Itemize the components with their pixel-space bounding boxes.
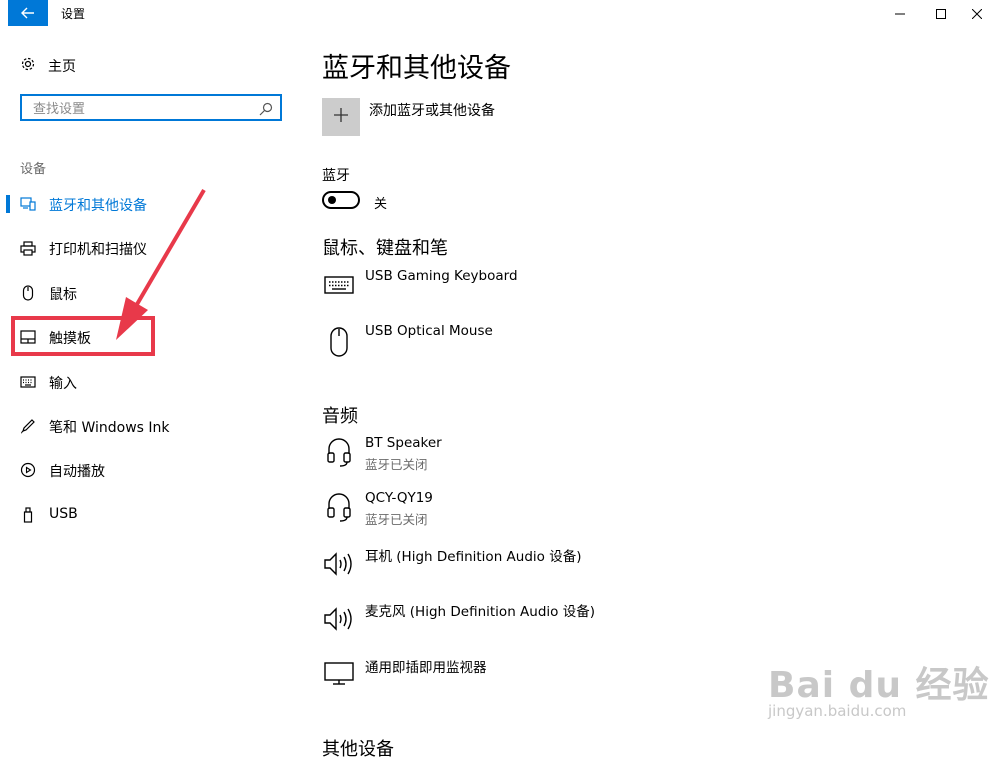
usb-icon [20, 507, 36, 523]
sidebar-item-autoplay[interactable]: 自动播放 [0, 452, 300, 488]
keyboard-icon [20, 374, 36, 390]
sidebar-item-pen[interactable]: 笔和 Windows Ink [0, 408, 300, 444]
device-headphones[interactable]: 耳机 (High Definition Audio 设备) [322, 545, 962, 593]
annotation-highlight-box [11, 316, 155, 356]
add-device-label[interactable]: 添加蓝牙或其他设备 [369, 100, 495, 120]
device-qcy[interactable]: QCY-QY19 蓝牙已关闭 [322, 490, 962, 538]
bluetooth-state-label: 关 [374, 197, 388, 212]
back-button[interactable] [8, 0, 48, 26]
speaker-icon [322, 602, 356, 636]
watermark-logo: Bai du 经验 [768, 665, 990, 706]
sidebar-item-label: 笔和 Windows Ink [49, 420, 170, 436]
sidebar-item-bluetooth[interactable]: 蓝牙和其他设备 [0, 186, 300, 222]
device-status: 蓝牙已关闭 [365, 512, 428, 527]
audio-heading: 音频 [322, 406, 358, 427]
device-name: QCY-QY19 [365, 490, 433, 506]
sidebar: 主页 设备 蓝牙和其他设备 打印机和扫描仪 鼠标 触摸板 [0, 26, 300, 750]
section-label: 设备 [20, 162, 47, 177]
gear-icon [20, 56, 36, 76]
plus-icon [333, 107, 349, 127]
input-devices-heading: 鼠标、键盘和笔 [322, 238, 448, 259]
sidebar-item-mouse[interactable]: 鼠标 [0, 275, 300, 311]
headset-icon [322, 490, 356, 524]
device-name: USB Optical Mouse [365, 323, 493, 339]
pen-icon [20, 418, 36, 434]
bluetooth-devices-icon [20, 196, 36, 212]
mouse-icon [322, 323, 356, 361]
sidebar-item-label: 输入 [49, 376, 77, 392]
keyboard-icon [322, 268, 356, 302]
back-arrow-icon [21, 4, 35, 23]
device-mouse[interactable]: USB Optical Mouse [322, 323, 962, 371]
printer-icon [20, 240, 36, 256]
sidebar-item-label: 打印机和扫描仪 [49, 242, 147, 258]
active-indicator [6, 195, 10, 213]
device-keyboard[interactable]: USB Gaming Keyboard [322, 268, 962, 316]
device-name: 耳机 (High Definition Audio 设备) [365, 549, 582, 565]
sidebar-item-label: 自动播放 [49, 464, 105, 480]
toggle-knob [328, 196, 336, 204]
search-icon[interactable] [259, 101, 273, 120]
search-box[interactable] [20, 94, 282, 121]
main-content: 蓝牙和其他设备 添加蓝牙或其他设备 蓝牙 关 鼠标、键盘和笔 USB Gamin… [322, 0, 982, 760]
sidebar-item-label: USB [49, 506, 78, 522]
device-name: USB Gaming Keyboard [365, 268, 518, 284]
home-link[interactable]: 主页 [20, 56, 76, 76]
autoplay-icon [20, 462, 36, 478]
mouse-icon [20, 285, 36, 301]
watermark: Bai du 经验 jingyan.baidu.com [760, 640, 989, 730]
page-title: 蓝牙和其他设备 [322, 53, 511, 84]
device-name: 通用即插即用监视器 [365, 660, 487, 676]
device-name: BT Speaker [365, 435, 442, 451]
add-device-button[interactable] [322, 98, 360, 136]
speaker-icon [322, 547, 356, 581]
monitor-icon [322, 656, 356, 690]
device-name: 麦克风 (High Definition Audio 设备) [365, 604, 595, 620]
device-status: 蓝牙已关闭 [365, 457, 428, 472]
watermark-url: jingyan.baidu.com [768, 702, 907, 720]
sidebar-item-typing[interactable]: 输入 [0, 364, 300, 400]
sidebar-item-usb[interactable]: USB [0, 497, 300, 533]
sidebar-item-label: 鼠标 [49, 287, 77, 303]
bluetooth-toggle[interactable] [322, 191, 360, 209]
bluetooth-heading: 蓝牙 [322, 168, 350, 184]
headset-icon [322, 435, 356, 469]
other-devices-heading: 其他设备 [322, 739, 394, 760]
window-title: 设置 [61, 7, 86, 21]
sidebar-item-printers[interactable]: 打印机和扫描仪 [0, 230, 300, 266]
device-bt-speaker[interactable]: BT Speaker 蓝牙已关闭 [322, 435, 962, 483]
sidebar-item-label: 蓝牙和其他设备 [49, 198, 147, 214]
home-label: 主页 [48, 59, 76, 75]
search-input[interactable] [31, 99, 255, 119]
